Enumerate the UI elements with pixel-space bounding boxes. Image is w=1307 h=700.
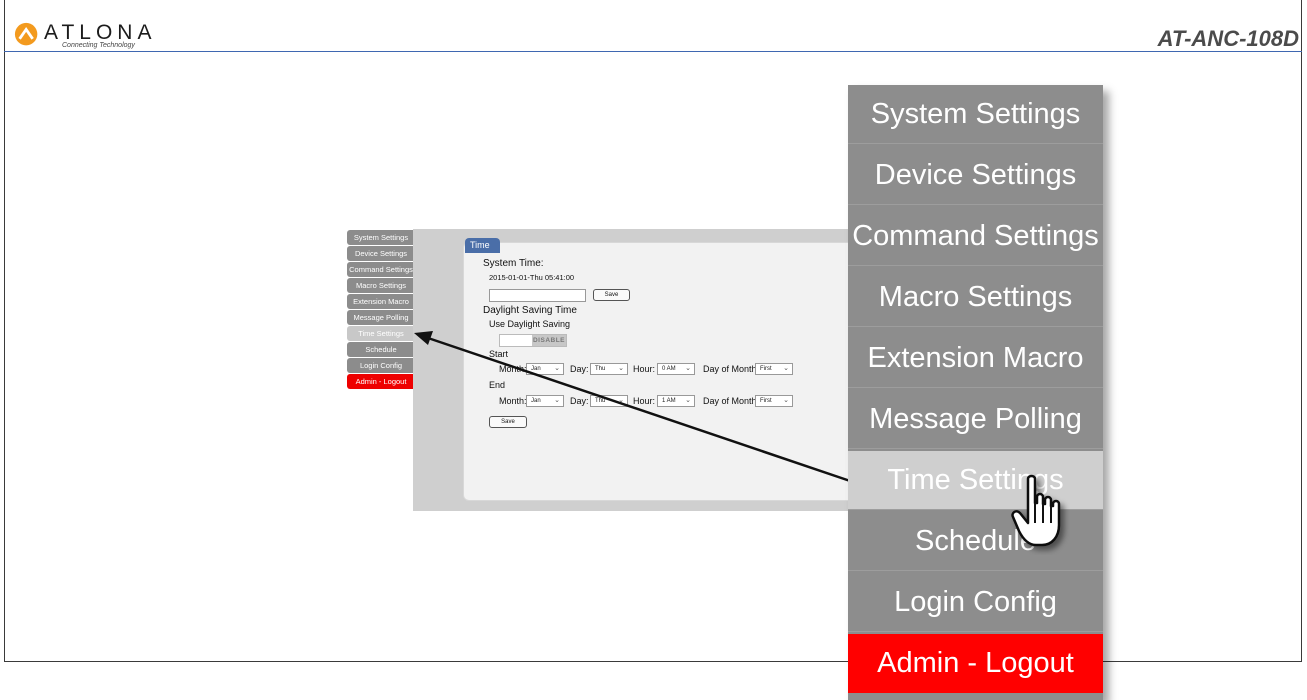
zoomed-item-login-config[interactable]: Login Config bbox=[848, 573, 1103, 632]
zoomed-item-command-settings[interactable]: Command Settings bbox=[848, 207, 1103, 266]
zoomed-item-message-polling[interactable]: Message Polling bbox=[848, 390, 1103, 449]
zoomed-item-macro-settings[interactable]: Macro Settings bbox=[848, 268, 1103, 327]
zoomed-item-extension-macro[interactable]: Extension Macro bbox=[848, 329, 1103, 388]
hand-cursor-icon bbox=[1011, 474, 1061, 547]
zoomed-item-device-settings[interactable]: Device Settings bbox=[848, 146, 1103, 205]
zoomed-menu: System Settings Device Settings Command … bbox=[848, 85, 1103, 700]
zoomed-item-admin-logout[interactable]: Admin - Logout bbox=[848, 634, 1103, 693]
arrow-pointer-icon bbox=[414, 331, 863, 487]
zoomed-item-system-settings[interactable]: System Settings bbox=[848, 85, 1103, 144]
